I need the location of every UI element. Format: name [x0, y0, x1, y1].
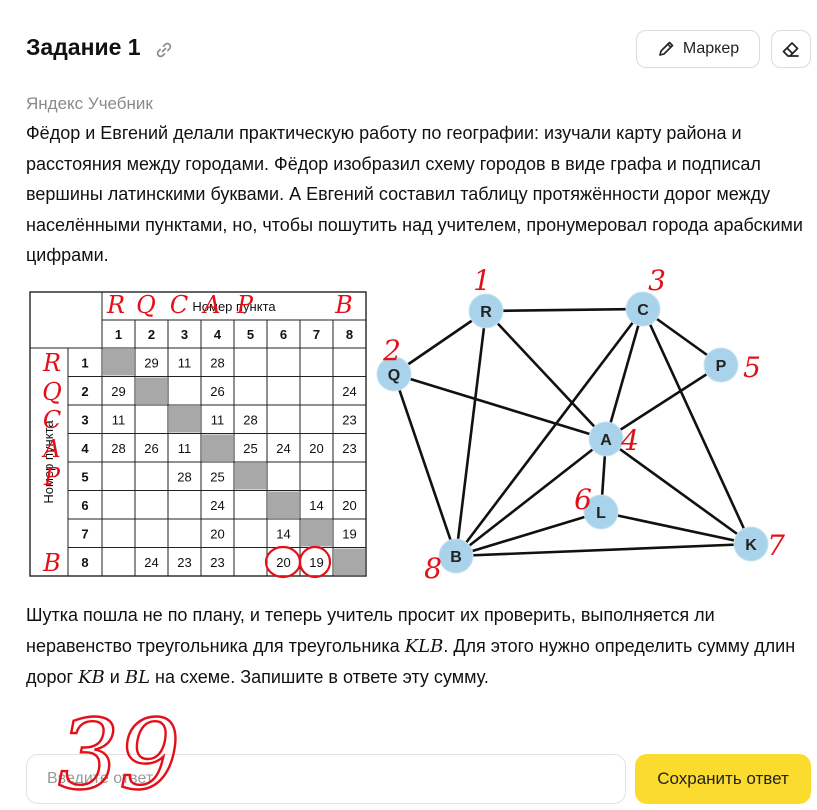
table-cell: 26 — [210, 384, 224, 399]
distance-table: Номер пунктаНомер пункта1 2 3 4 5 6 7 81 29 11 282… — [29, 291, 367, 577]
eraser-button[interactable] — [771, 30, 811, 68]
pencil-icon — [659, 41, 674, 56]
table-diagonal-cell — [202, 434, 233, 461]
task-paragraph-1: Фёдор и Евгений делали практическую рабо… — [26, 123, 803, 265]
task-header: Задание 1 Маркер — [26, 30, 817, 70]
graph-edge — [392, 373, 458, 557]
task-title: Задание 1 — [26, 34, 141, 60]
table-diagonal-cell — [301, 520, 332, 547]
table-column-number: 8 — [346, 327, 353, 342]
table-cell: 24 — [144, 555, 158, 570]
paragraph-2-text-d: на схеме. Запишите в ответе эту сумму. — [150, 667, 489, 687]
table-cell: 26 — [144, 441, 158, 456]
save-answer-button[interactable]: Сохранить ответ — [635, 754, 811, 804]
table-cell: 11 — [178, 441, 192, 456]
task-figure: Номер пункта Номер пункта 1 2 3 4 5 6 7 8 1 29 11 28 2… — [26, 282, 786, 588]
table-column-number: 2 — [148, 327, 155, 342]
table-cell: 25 — [243, 441, 257, 456]
table-cell: 20 — [309, 441, 323, 456]
marker-button[interactable]: Маркер — [636, 30, 760, 68]
graph-node-label: L — [596, 505, 606, 522]
math-bl: BL — [124, 667, 151, 688]
link-icon[interactable] — [154, 40, 174, 60]
table-column-number: 5 — [247, 327, 254, 342]
graph-node-label: A — [600, 432, 612, 449]
table-diagonal-cell — [334, 548, 365, 575]
table-cell: 14 — [309, 498, 323, 513]
graph-node-label: R — [480, 304, 492, 321]
table-cell: 23 — [177, 555, 191, 570]
table-row-number: 2 — [81, 384, 88, 399]
graph-edge — [455, 542, 752, 558]
table-side-header: Номер пункта — [41, 420, 56, 504]
paragraph-2-text-c: и — [104, 667, 125, 687]
task-paragraph-2: Шутка пошла не по плану, и теперь учител… — [26, 600, 816, 694]
table-cell: 25 — [210, 469, 224, 484]
table-cell: 24 — [276, 441, 290, 456]
graph-node-label: P — [716, 358, 727, 375]
table-row-number: 4 — [81, 441, 89, 456]
graph-node-label: B — [450, 549, 462, 566]
table-diagonal-cell — [136, 377, 167, 404]
table-diagonal-cell — [103, 349, 134, 376]
math-kb: KB — [78, 667, 105, 688]
graph-edge — [641, 308, 753, 545]
table-cell: 20 — [276, 555, 290, 570]
table-cell: 19 — [309, 555, 323, 570]
source-label: Яндекс Учебник — [26, 94, 153, 113]
table-cell: 11 — [211, 412, 225, 427]
table-cell: 11 — [112, 412, 126, 427]
table-diagonal-cell — [268, 491, 299, 518]
table-cell: 28 — [210, 355, 224, 370]
table-cell: 11 — [178, 355, 192, 370]
table-cell: 23 — [342, 412, 356, 427]
table-row-number: 6 — [81, 498, 88, 513]
table-cell: 28 — [243, 412, 257, 427]
table-row-number: 8 — [81, 555, 88, 570]
graph-node-label: Q — [388, 367, 400, 384]
graph-node-label: K — [745, 537, 757, 554]
table-column-number: 4 — [214, 327, 222, 342]
table-column-number: 6 — [280, 327, 287, 342]
table-row-number: 1 — [81, 355, 88, 370]
table-column-number: 1 — [115, 327, 122, 342]
table-cell: 23 — [342, 441, 356, 456]
table-cell: 20 — [210, 526, 224, 541]
table-cell: 14 — [276, 526, 290, 541]
table-row-number: 3 — [81, 412, 88, 427]
table-cell: 28 — [111, 441, 125, 456]
table-row-number: 5 — [81, 469, 88, 484]
road-graph: R C Q P A L B K — [376, 291, 769, 574]
table-cell: 19 — [342, 526, 356, 541]
table-cell: 28 — [177, 469, 191, 484]
table-row-number: 7 — [81, 526, 88, 541]
math-klb: KLB — [404, 635, 444, 657]
graph-edge — [454, 310, 488, 557]
table-cell: 24 — [342, 384, 356, 399]
table-column-number: 3 — [181, 327, 188, 342]
table-cell: 29 — [144, 355, 158, 370]
table-cell: 24 — [210, 498, 224, 513]
eraser-icon — [782, 42, 799, 57]
table-diagonal-cell — [169, 406, 200, 433]
answer-input[interactable] — [26, 754, 626, 804]
graph-node-label: C — [637, 302, 649, 319]
graph-edge — [455, 510, 602, 558]
table-diagonal-cell — [235, 463, 266, 490]
table-column-number: 7 — [313, 327, 320, 342]
marker-button-label: Маркер — [682, 40, 740, 57]
table-cell: 29 — [111, 384, 125, 399]
graph-edge — [485, 307, 644, 313]
figure-canvas: Номер пунктаНомер пункта1 2 3 4 5 6 7 81 29 11 282… — [29, 291, 769, 577]
table-cell: 20 — [342, 498, 356, 513]
table-cell: 23 — [210, 555, 224, 570]
table-top-header: Номер пункта — [192, 299, 276, 314]
